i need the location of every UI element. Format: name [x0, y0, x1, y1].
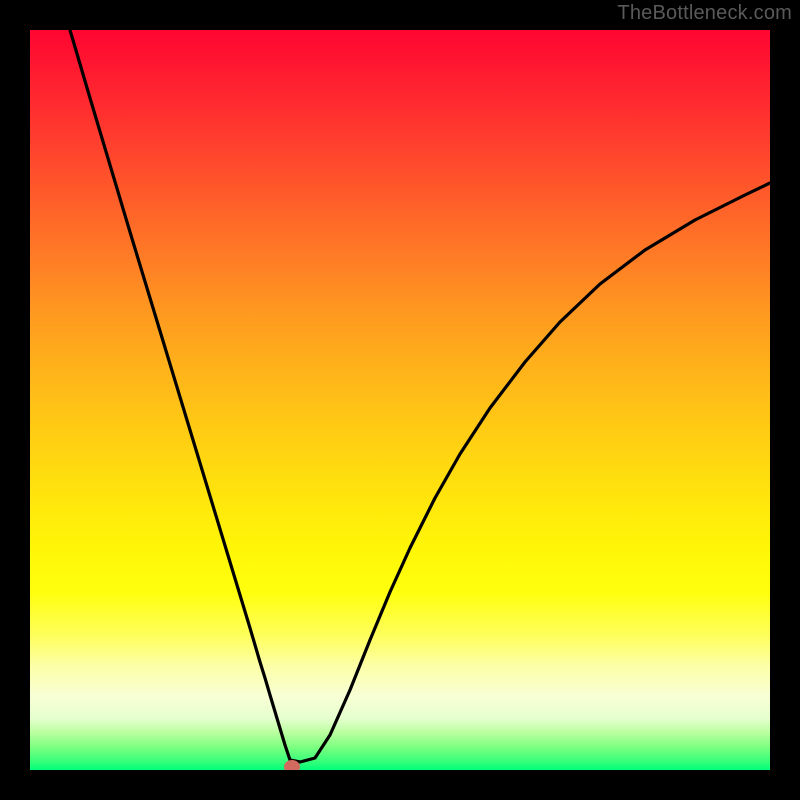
attribution-text: TheBottleneck.com	[617, 2, 792, 25]
plot-area	[30, 30, 770, 770]
optimum-marker	[284, 760, 300, 770]
chart-frame: TheBottleneck.com	[0, 0, 800, 800]
bottleneck-curve	[30, 30, 770, 770]
